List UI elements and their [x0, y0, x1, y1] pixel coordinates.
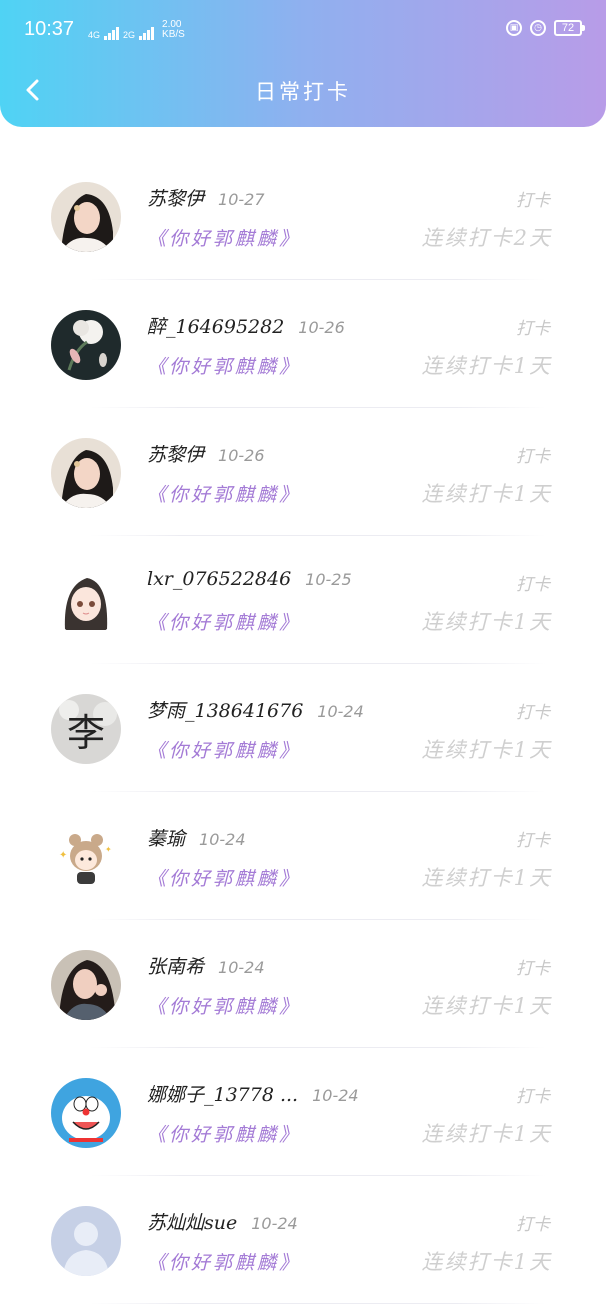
topic-link[interactable]: 《你好郭麒麟》 [147, 1120, 301, 1147]
girl-photo-avatar[interactable] [51, 182, 121, 252]
signal-4g-icon [104, 27, 120, 40]
checkin-label: 打卡 [516, 959, 550, 979]
user-name-line: 蓁瑜 10-24 [147, 824, 246, 851]
checkin-date: 10-24 [251, 1214, 298, 1233]
girl-photo-avatar-2[interactable] [51, 950, 121, 1020]
checkin-label: 打卡 [516, 1215, 550, 1235]
user-name: 苏灿灿sue [147, 1212, 238, 1234]
user-name-line: 梦雨_138641676 10-24 [147, 696, 364, 723]
battery-icon: 72 [554, 20, 585, 36]
checkin-label: 打卡 [516, 831, 550, 851]
checkin-list: 苏黎伊 10-27 《你好郭麒麟》 打卡 连续打卡2天 醉_164695282 10… [0, 152, 606, 1304]
topic-link[interactable]: 《你好郭麒麟》 [147, 352, 301, 379]
user-name-line: 苏黎伊 10-27 [147, 184, 265, 211]
avatar-character: 李 [66, 710, 105, 755]
checkin-date: 10-27 [218, 190, 265, 209]
status-time: 10:37 [24, 18, 75, 40]
checkin-row[interactable]: 李 梦雨_138641676 10-24 《你好郭麒麟》 打卡 连续打卡1天 [0, 664, 606, 792]
checkin-row[interactable]: 苏灿灿sue 10-24 《你好郭麒麟》 打卡 连续打卡1天 [0, 1176, 606, 1304]
checkin-label: 打卡 [516, 1087, 550, 1107]
li-character-avatar[interactable]: 李 [51, 694, 121, 764]
user-name: 梦雨_138641676 [147, 700, 304, 722]
net-2g-label: 2G [123, 30, 136, 40]
header-bar: 10:37 4G 2G 2.00 KB/S ▣ ◷ 72 日常打卡 [0, 0, 606, 127]
signal-2g-icon [139, 27, 155, 40]
topic-link[interactable]: 《你好郭麒麟》 [147, 1248, 301, 1275]
anime-girl-avatar[interactable] [51, 566, 121, 636]
network-status: 4G 2G 2.00 KB/S [88, 20, 185, 40]
streak-text: 连续打卡1天 [421, 866, 552, 890]
streak-text: 连续打卡1天 [421, 1250, 552, 1274]
streak-text: 连续打卡1天 [421, 994, 552, 1018]
topic-link[interactable]: 《你好郭麒麟》 [147, 480, 301, 507]
checkin-row[interactable]: lxr_076522846 10-25 《你好郭麒麟》 打卡 连续打卡1天 [0, 536, 606, 664]
status-icons: ▣ ◷ 72 [506, 20, 585, 36]
doraemon-avatar[interactable] [51, 1078, 121, 1148]
speed-unit: KB/S [162, 29, 185, 40]
checkin-date: 10-25 [305, 570, 352, 589]
user-name-line: 醉_164695282 10-26 [147, 312, 345, 339]
flower-avatar[interactable] [51, 310, 121, 380]
checkin-label: 打卡 [516, 191, 550, 211]
checkin-row[interactable]: 娜娜子_13778 ... 10-24 《你好郭麒麟》 打卡 连续打卡1天 [0, 1048, 606, 1176]
user-name-line: lxr_076522846 10-25 [147, 568, 352, 590]
topic-link[interactable]: 《你好郭麒麟》 [147, 736, 301, 763]
user-name: 娜娜子_13778 ... [147, 1084, 299, 1106]
checkin-date: 10-26 [218, 446, 265, 465]
net-4g-label: 4G [88, 30, 101, 40]
network-speed: 2.00 KB/S [162, 20, 185, 40]
svg-text:✦: ✦ [59, 850, 67, 861]
checkin-label: 打卡 [516, 575, 550, 595]
bear-girl-avatar[interactable]: ✦ ✦ [51, 822, 121, 892]
girl-photo-avatar[interactable] [51, 438, 121, 508]
user-name: lxr_076522846 [147, 568, 292, 590]
user-name-line: 苏黎伊 10-26 [147, 440, 265, 467]
user-name: 苏黎伊 [147, 444, 205, 466]
alarm-icon: ◷ [530, 20, 546, 36]
checkin-label: 打卡 [516, 703, 550, 723]
checkin-row[interactable]: 醉_164695282 10-26 《你好郭麒麟》 打卡 连续打卡1天 [0, 280, 606, 408]
user-name: 苏黎伊 [147, 188, 205, 210]
checkin-row[interactable]: 苏黎伊 10-27 《你好郭麒麟》 打卡 连续打卡2天 [0, 152, 606, 280]
streak-text: 连续打卡1天 [421, 482, 552, 506]
checkin-date: 10-24 [218, 958, 265, 977]
topic-link[interactable]: 《你好郭麒麟》 [147, 224, 301, 251]
checkin-row[interactable]: 苏黎伊 10-26 《你好郭麒麟》 打卡 连续打卡1天 [0, 408, 606, 536]
user-name-line: 张南希 10-24 [147, 952, 265, 979]
lock-rotation-icon: ▣ [506, 20, 522, 36]
topic-link[interactable]: 《你好郭麒麟》 [147, 608, 301, 635]
svg-text:✦: ✦ [105, 845, 112, 854]
checkin-label: 打卡 [516, 319, 550, 339]
checkin-date: 10-24 [317, 702, 364, 721]
checkin-label: 打卡 [516, 447, 550, 467]
checkin-date: 10-24 [312, 1086, 359, 1105]
streak-text: 连续打卡1天 [421, 354, 552, 378]
topic-link[interactable]: 《你好郭麒麟》 [147, 992, 301, 1019]
user-name-line: 苏灿灿sue 10-24 [147, 1208, 298, 1235]
page-title: 日常打卡 [255, 80, 351, 104]
checkin-row[interactable]: ✦ ✦ 蓁瑜 10-24 《你好郭麒麟》 打卡 连续打卡1天 [0, 792, 606, 920]
streak-text: 连续打卡1天 [421, 738, 552, 762]
checkin-date: 10-26 [298, 318, 345, 337]
user-name: 醉_164695282 [147, 316, 285, 338]
checkin-date: 10-24 [199, 830, 246, 849]
checkin-row[interactable]: 张南希 10-24 《你好郭麒麟》 打卡 连续打卡1天 [0, 920, 606, 1048]
default-user-avatar[interactable] [51, 1206, 121, 1276]
streak-text: 连续打卡1天 [421, 1122, 552, 1146]
user-name: 张南希 [147, 956, 205, 978]
streak-text: 连续打卡2天 [421, 226, 552, 250]
topic-link[interactable]: 《你好郭麒麟》 [147, 864, 301, 891]
user-name: 蓁瑜 [147, 828, 186, 850]
user-name-line: 娜娜子_13778 ... 10-24 [147, 1080, 359, 1107]
streak-text: 连续打卡1天 [421, 610, 552, 634]
